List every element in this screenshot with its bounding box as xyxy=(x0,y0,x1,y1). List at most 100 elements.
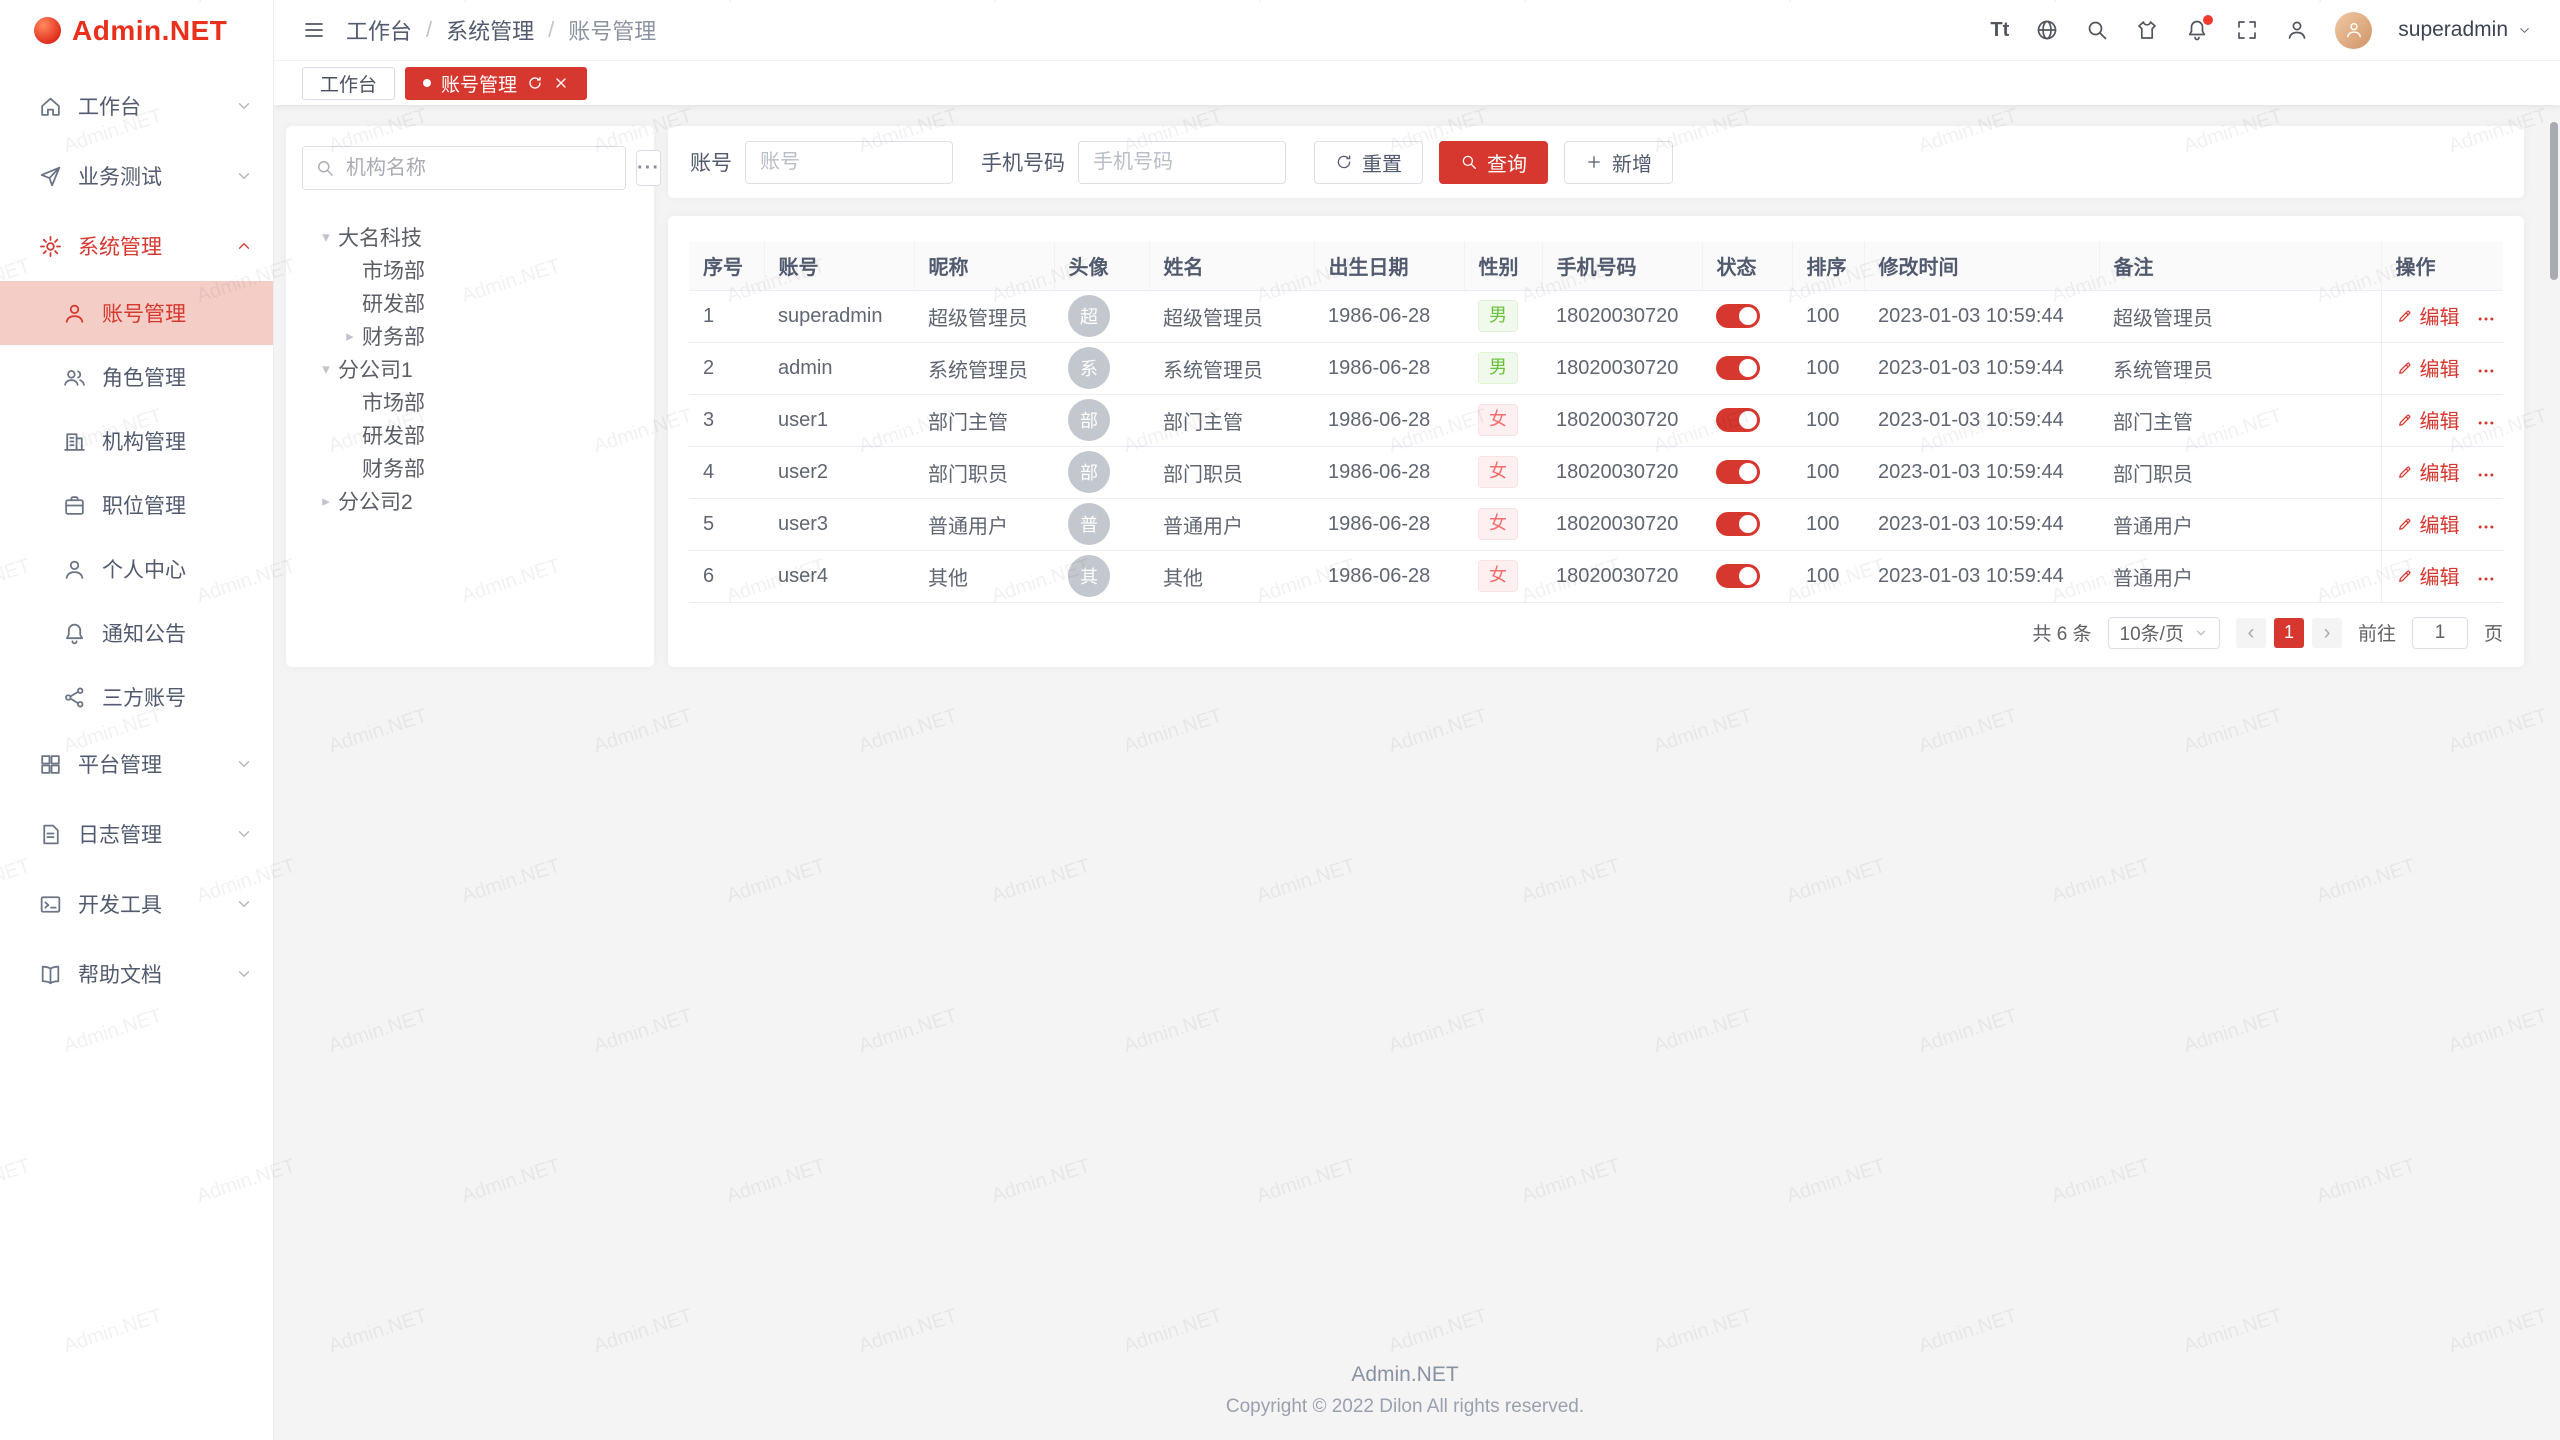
tree-node[interactable]: 市场部 xyxy=(302,253,638,286)
tree-node[interactable]: 财务部 xyxy=(302,451,638,484)
caret-right-icon[interactable]: ▸ xyxy=(338,327,362,345)
gender-tag: 女 xyxy=(1478,404,1518,435)
more-icon xyxy=(2476,309,2496,329)
home-icon xyxy=(38,94,63,119)
badge-icon xyxy=(62,493,87,518)
user-outline-icon[interactable] xyxy=(2285,18,2309,42)
sidebar-item-third-party-account[interactable]: 三方账号 xyxy=(0,665,273,729)
edit-button[interactable]: 编辑 xyxy=(2396,457,2460,486)
reset-button[interactable]: 重置 xyxy=(1314,141,1423,184)
sidebar-item-workbench[interactable]: 工作台 xyxy=(0,71,273,141)
status-toggle[interactable] xyxy=(1716,512,1760,536)
column-header: 姓名 xyxy=(1149,242,1314,290)
refresh-icon[interactable] xyxy=(527,75,543,91)
sidebar-item-account-management[interactable]: 账号管理 xyxy=(0,281,273,345)
sidebar-item-personal-center[interactable]: 个人中心 xyxy=(0,537,273,601)
search-icon[interactable] xyxy=(2085,18,2109,42)
tree-node[interactable]: 研发部 xyxy=(302,286,638,319)
logo-icon xyxy=(34,17,61,44)
row-more-button[interactable] xyxy=(2476,517,2496,537)
page-size-select[interactable]: 10条/页 xyxy=(2108,617,2220,649)
sidebar-item-log-management[interactable]: 日志管理 xyxy=(0,799,273,869)
tab-workbench[interactable]: 工作台 xyxy=(302,67,395,100)
edit-button[interactable]: 编辑 xyxy=(2396,405,2460,434)
theme-icon[interactable] xyxy=(2135,18,2159,42)
page-number-button[interactable]: 1 xyxy=(2274,618,2304,648)
caret-down-icon[interactable]: ▾ xyxy=(314,228,338,246)
sidebar-item-help-docs[interactable]: 帮助文档 xyxy=(0,939,273,1009)
caret-right-icon[interactable]: ▸ xyxy=(314,492,338,510)
status-toggle[interactable] xyxy=(1716,460,1760,484)
row-more-button[interactable] xyxy=(2476,361,2496,381)
tree-node[interactable]: ▸分公司2 xyxy=(302,484,638,517)
breadcrumb-item-workbench[interactable]: 工作台 xyxy=(346,14,412,46)
status-toggle[interactable] xyxy=(1716,356,1760,380)
more-icon xyxy=(2476,361,2496,381)
edit-button[interactable]: 编辑 xyxy=(2396,353,2460,382)
logo-text: Admin.NET xyxy=(72,15,227,47)
account-input[interactable] xyxy=(745,141,953,184)
avatar[interactable] xyxy=(2335,12,2372,49)
search-icon xyxy=(315,158,335,178)
goto-page-input[interactable] xyxy=(2412,617,2468,649)
sidebar-item-platform-management[interactable]: 平台管理 xyxy=(0,729,273,799)
tree-node[interactable]: ▾大名科技 xyxy=(302,220,638,253)
sidebar-item-business-test[interactable]: 业务测试 xyxy=(0,141,273,211)
font-size-icon[interactable]: Tt xyxy=(1990,19,2009,42)
sidebar-item-notice[interactable]: 通知公告 xyxy=(0,601,273,665)
org-search-input[interactable] xyxy=(344,156,613,181)
search-button[interactable]: 查询 xyxy=(1439,141,1548,184)
collapse-menu-button[interactable] xyxy=(302,18,326,42)
edit-button[interactable]: 编辑 xyxy=(2396,561,2460,590)
prev-page-button[interactable]: ‹ xyxy=(2236,618,2266,648)
row-more-button[interactable] xyxy=(2476,413,2496,433)
gender-tag: 女 xyxy=(1478,508,1518,539)
sidebar-item-org-management[interactable]: 机构管理 xyxy=(0,409,273,473)
notification-bell-icon[interactable] xyxy=(2185,18,2209,42)
org-more-button[interactable]: ··· xyxy=(636,150,661,186)
tree-node[interactable]: ▾分公司1 xyxy=(302,352,638,385)
edit-button[interactable]: 编辑 xyxy=(2396,509,2460,538)
sidebar-item-label: 业务测试 xyxy=(78,161,162,191)
query-bar: 账号 手机号码 重置 xyxy=(668,126,2524,198)
gender-tag: 女 xyxy=(1478,560,1518,591)
fullscreen-icon[interactable] xyxy=(2235,18,2259,42)
row-more-button[interactable] xyxy=(2476,465,2496,485)
sidebar-menu: 工作台 业务测试 系统管理 账号管理 角色管理 xyxy=(0,61,273,1440)
caret-down-icon[interactable]: ▾ xyxy=(314,360,338,378)
sidebar-item-position-management[interactable]: 职位管理 xyxy=(0,473,273,537)
user-menu[interactable]: superadmin xyxy=(2398,18,2532,42)
table-row: 2 admin 系统管理员 系 系统管理员 1986-06-28 男 18020… xyxy=(689,342,2503,394)
phone-input[interactable] xyxy=(1078,141,1286,184)
tree-node[interactable]: ▸财务部 xyxy=(302,319,638,352)
tabs-bar: 工作台 账号管理 xyxy=(274,61,2560,105)
tab-account-management[interactable]: 账号管理 xyxy=(405,67,587,100)
sidebar-item-dev-tools[interactable]: 开发工具 xyxy=(0,869,273,939)
sidebar-item-system-management[interactable]: 系统管理 xyxy=(0,211,273,281)
sidebar-item-label: 平台管理 xyxy=(78,749,162,779)
sidebar-item-role-management[interactable]: 角色管理 xyxy=(0,345,273,409)
breadcrumb-item-system[interactable]: 系统管理 xyxy=(446,14,534,46)
status-toggle[interactable] xyxy=(1716,304,1760,328)
status-toggle[interactable] xyxy=(1716,408,1760,432)
org-panel: ··· ▾大名科技 市场部 研发部 ▸财务部 ▾分公司1 市场部 研发部 财务部… xyxy=(286,126,654,667)
status-toggle[interactable] xyxy=(1716,564,1760,588)
edit-button[interactable]: 编辑 xyxy=(2396,301,2460,330)
footer-title: Admin.NET xyxy=(286,1363,2524,1387)
row-more-button[interactable] xyxy=(2476,309,2496,329)
gender-tag: 男 xyxy=(1478,352,1518,383)
tree-node[interactable]: 研发部 xyxy=(302,418,638,451)
language-icon[interactable] xyxy=(2035,18,2059,42)
add-button[interactable]: 新增 xyxy=(1564,141,1673,184)
table-row: 1 superadmin 超级管理员 超 超级管理员 1986-06-28 男 … xyxy=(689,290,2503,342)
close-icon[interactable] xyxy=(553,75,569,91)
sidebar-item-label: 工作台 xyxy=(78,91,141,121)
column-header: 手机号码 xyxy=(1542,242,1702,290)
scrollbar-thumb[interactable] xyxy=(2550,122,2558,280)
share-icon xyxy=(62,685,87,710)
tree-node[interactable]: 市场部 xyxy=(302,385,638,418)
more-icon xyxy=(2476,569,2496,589)
more-icon xyxy=(2476,413,2496,433)
next-page-button[interactable]: › xyxy=(2312,618,2342,648)
row-more-button[interactable] xyxy=(2476,569,2496,589)
